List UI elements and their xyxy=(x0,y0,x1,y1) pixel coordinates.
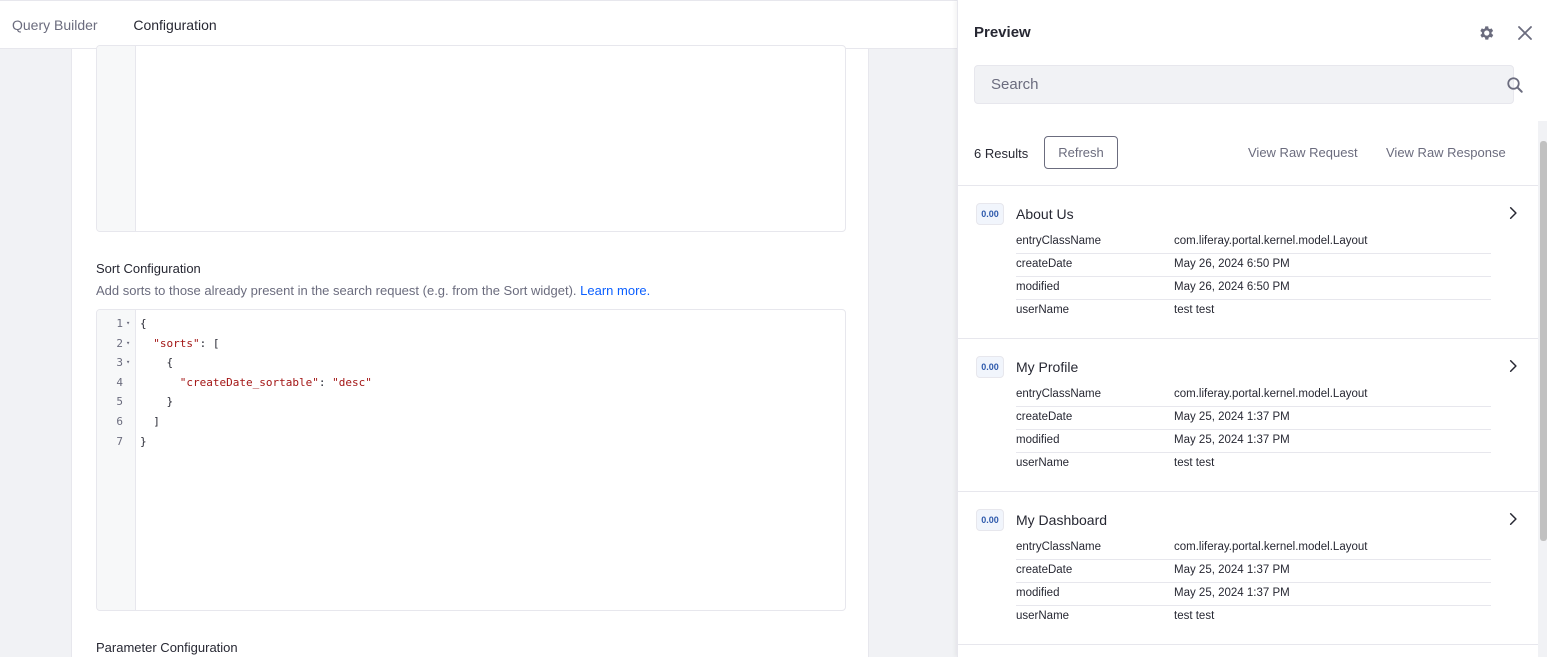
result-item[interactable]: 0.00 My Dashboard entryClassName com.lifera… xyxy=(958,492,1538,645)
code-line: 1 ▾ { xyxy=(97,314,797,334)
field-value: com.liferay.portal.kernel.model.Layout xyxy=(1174,388,1368,400)
scrollbar-thumb[interactable] xyxy=(1540,141,1547,541)
field-value: May 25, 2024 1:37 PM xyxy=(1174,434,1290,446)
line-number: 4 xyxy=(116,375,123,389)
field-key: createDate xyxy=(1016,564,1073,576)
code-text: { xyxy=(140,356,174,370)
view-raw-request-button[interactable]: View Raw Request xyxy=(1248,145,1358,160)
line-number: 6 xyxy=(116,415,123,428)
tab-configuration[interactable]: Configuration xyxy=(115,1,235,50)
field-value: test test xyxy=(1174,610,1215,622)
code-line: 7} xyxy=(97,432,797,452)
scrollbar[interactable] xyxy=(1538,121,1547,657)
line-number: 1 xyxy=(116,317,123,330)
code-text: } xyxy=(140,434,147,448)
result-field-row: modified May 25, 2024 1:37 PM xyxy=(1016,430,1491,453)
field-key: modified xyxy=(1016,434,1060,446)
tab-query-builder[interactable]: Query Builder xyxy=(0,1,110,49)
field-key: userName xyxy=(1016,304,1070,316)
field-value: com.liferay.portal.kernel.model.Layout xyxy=(1174,541,1368,553)
field-value: May 26, 2024 6:50 PM xyxy=(1174,281,1290,293)
score-badge: 0.00 xyxy=(976,356,1004,378)
close-icon[interactable] xyxy=(1516,24,1534,42)
result-title[interactable]: My Dashboard xyxy=(1016,512,1107,528)
code-line: 2 ▾ "sorts": [ xyxy=(97,334,797,354)
field-value: com.liferay.portal.kernel.model.Layout xyxy=(1174,235,1368,247)
line-number: 3 xyxy=(116,356,123,370)
score-badge: 0.00 xyxy=(976,203,1004,225)
code-line: 5 } xyxy=(97,392,797,412)
field-key: entryClassName xyxy=(1016,541,1101,553)
score-badge: 0.00 xyxy=(976,509,1004,531)
chevron-right-icon[interactable] xyxy=(1506,512,1520,526)
learn-more-link[interactable]: Learn more. xyxy=(580,283,650,298)
field-key: createDate xyxy=(1016,411,1073,423)
search-input[interactable] xyxy=(975,66,1475,103)
field-key: entryClassName xyxy=(1016,235,1101,247)
field-value: May 25, 2024 1:37 PM xyxy=(1174,587,1290,599)
field-key: userName xyxy=(1016,457,1070,469)
code-text: "sorts": [ xyxy=(153,336,220,350)
field-key: modified xyxy=(1016,587,1060,599)
search-icon[interactable] xyxy=(1506,76,1524,94)
sort-description-text: Add sorts to those already present in th… xyxy=(96,283,577,298)
result-field-row: entryClassName com.liferay.portal.kernel.… xyxy=(1016,231,1491,254)
results-count: 6 Results xyxy=(974,146,1029,161)
parameter-configuration-title: Parameter Configuration xyxy=(96,640,238,655)
field-value: May 25, 2024 1:37 PM xyxy=(1174,411,1290,423)
result-field-row: userName test test xyxy=(1016,453,1491,476)
field-key: entryClassName xyxy=(1016,388,1101,400)
tab-bar: Query Builder Configuration xyxy=(0,0,957,50)
field-value: test test xyxy=(1174,304,1215,316)
field-key: userName xyxy=(1016,610,1070,622)
preview-search xyxy=(974,65,1523,104)
result-field-row: modified May 26, 2024 6:50 PM xyxy=(1016,277,1491,300)
result-field-row: createDate May 25, 2024 1:37 PM xyxy=(1016,407,1491,430)
result-field-row: userName test test xyxy=(1016,606,1491,629)
result-field-row: entryClassName com.liferay.portal.kernel.… xyxy=(1016,537,1491,560)
fold-toggle-icon[interactable]: ▾ xyxy=(126,334,130,354)
refresh-button[interactable]: Refresh xyxy=(1044,136,1118,169)
field-value: test test xyxy=(1174,457,1215,469)
result-field-row: createDate May 25, 2024 1:37 PM xyxy=(1016,560,1491,583)
gear-icon[interactable] xyxy=(1477,24,1495,42)
fold-toggle-icon[interactable]: ▾ xyxy=(126,353,130,373)
chevron-right-icon[interactable] xyxy=(1506,359,1520,373)
result-title[interactable]: About Us xyxy=(1016,206,1074,222)
field-value: May 25, 2024 1:37 PM xyxy=(1174,564,1290,576)
line-number: 5 xyxy=(116,395,123,409)
editor-gutter xyxy=(97,46,136,231)
results-toolbar: 6 Results Refresh View Raw Request View … xyxy=(958,121,1538,186)
result-item[interactable]: 0.00 My Profile entryClassName com.liferay.… xyxy=(958,339,1538,492)
result-field-row: modified May 25, 2024 1:37 PM xyxy=(1016,583,1491,606)
field-key: modified xyxy=(1016,281,1060,293)
fold-toggle-icon[interactable]: ▾ xyxy=(126,314,130,334)
code-text: } xyxy=(140,395,174,409)
code-line: 4 "createDate_sortable": "desc" xyxy=(97,373,797,393)
code-text: "createDate_sortable": "desc" xyxy=(179,375,372,389)
result-item[interactable]: 0.00 About Us entryClassName com.liferay.po… xyxy=(958,186,1538,339)
field-value: May 26, 2024 6:50 PM xyxy=(1174,258,1290,270)
sort-configuration-title: Sort Configuration xyxy=(96,261,201,276)
code-line: 6 ] xyxy=(97,412,797,432)
line-number: 2 xyxy=(116,336,123,350)
advanced-configuration-editor[interactable] xyxy=(96,45,846,232)
result-field-row: userName test test xyxy=(1016,300,1491,323)
chevron-right-icon[interactable] xyxy=(1506,206,1520,220)
result-field-row: entryClassName com.liferay.portal.kernel.… xyxy=(1016,384,1491,407)
sort-configuration-editor[interactable]: 1 ▾{2 ▾ "sorts": [3 ▾ {4 "createDate_sortab… xyxy=(96,309,846,611)
field-key: createDate xyxy=(1016,258,1073,270)
sort-configuration-description: Add sorts to those already present in th… xyxy=(96,283,650,298)
result-field-row: createDate May 26, 2024 6:50 PM xyxy=(1016,254,1491,277)
line-number: 7 xyxy=(116,434,123,448)
result-title[interactable]: My Profile xyxy=(1016,359,1078,375)
preview-title: Preview xyxy=(974,24,1031,41)
view-raw-response-button[interactable]: View Raw Response xyxy=(1386,145,1506,160)
code-line: 3 ▾ { xyxy=(97,353,797,373)
code-text: { xyxy=(140,317,147,330)
configuration-panel: Sort Configuration Add sorts to those al… xyxy=(71,45,869,657)
preview-panel: Preview 6 Results Refresh View Raw Reque… xyxy=(957,0,1547,657)
code-text: ] xyxy=(140,415,160,428)
